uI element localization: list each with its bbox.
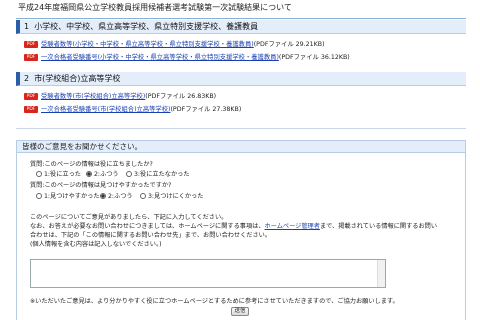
- scrollbar[interactable]: [377, 260, 385, 287]
- section-heading-text: 小学校、中学校、県立高等学校、県立特別支援学校、養護教員: [34, 22, 259, 31]
- pdf-link-row: PDF 一次合格者受験番号(市(学校組合)立高等学校)(PDFファイル 27.38…: [24, 105, 241, 115]
- feedback-intro: なお、お答えが必要なお問い合わせにつきましては、ホームページに関する事項は、ホー…: [30, 223, 438, 230]
- pdf-link[interactable]: 一次合格者受験番号(小学校・中学校・県立高等学校・県立特別支援学校・養護教員): [41, 54, 279, 61]
- question-2: 質問:このページの情報は見つけやすかったですか?: [30, 182, 172, 189]
- pdf-icon: PDF: [24, 41, 38, 48]
- pdf-link-row: PDF 一次合格者受験番号(小学校・中学校・県立高等学校・県立特別支援学校・養護教…: [24, 53, 350, 63]
- radio-button[interactable]: [36, 193, 42, 199]
- page: 平成24年度福岡県公立学校教員採用候補者選考試験第一次試験結果について 1 小学…: [0, 0, 480, 320]
- pdf-link[interactable]: 受験者数等(小学校・中学校・県立高等学校・県立特別支援学校・養護教員): [41, 41, 254, 48]
- file-size: (PDFファイル 29.21KB): [253, 41, 325, 48]
- section-heading-2: 2 市(学校組合)立高等学校: [16, 72, 466, 86]
- radio-button[interactable]: [100, 193, 106, 199]
- question-1: 質問:このページの情報は役に立ちましたか?: [30, 161, 153, 168]
- pdf-link-row: PDF 受験者数等(市(学校組合)立高等学校)(PDFファイル 26.83KB): [24, 92, 216, 102]
- radio-q2-option-3[interactable]: 3:見つけにくかった: [140, 192, 203, 201]
- radio-button[interactable]: [86, 171, 92, 177]
- file-size: (PDFファイル 27.38KB): [170, 106, 242, 113]
- radio-q2-option-1[interactable]: 1:見つけやすかった: [36, 192, 100, 201]
- radio-button[interactable]: [36, 171, 42, 177]
- radio-q1-option-3[interactable]: 3:役に立たなかった: [126, 170, 190, 179]
- radio-q1-option-2[interactable]: 2:ふつう: [86, 170, 119, 179]
- divider: [16, 128, 466, 129]
- feedback-intro: 合わせは、下記の「この情報に関するお問い合わせ先」まで、お問い合わせください。: [30, 232, 272, 239]
- feedback-note: ※いただいたご意見は、より分かりやすく役に立つホームページとするために参考にさせ…: [30, 298, 399, 305]
- section-number: 1: [24, 22, 30, 31]
- pdf-icon: PDF: [24, 106, 38, 113]
- pdf-icon: PDF: [24, 54, 38, 61]
- feedback-intro: このページについてご意見がありましたら、下記に入力してください。: [30, 214, 228, 221]
- pdf-icon: PDF: [24, 93, 38, 100]
- radio-q1-option-1[interactable]: 1:役に立った: [36, 170, 81, 179]
- pdf-link[interactable]: 一次合格者受験番号(市(学校組合)立高等学校): [41, 106, 170, 113]
- radio-button[interactable]: [140, 193, 146, 199]
- submit-button[interactable]: 送信: [231, 307, 249, 316]
- feedback-textarea[interactable]: [30, 259, 386, 288]
- section-heading-1: 1 小学校、中学校、県立高等学校、県立特別支援学校、養護教員: [16, 20, 466, 34]
- file-size: (PDFファイル 26.83KB): [145, 93, 217, 100]
- pdf-link-row: PDF 受験者数等(小学校・中学校・県立高等学校・県立特別支援学校・養護教員)(P…: [24, 40, 325, 50]
- feedback-heading: 皆様のご意見をお聞かせください。: [16, 140, 466, 153]
- file-size: (PDFファイル 36.12KB): [278, 54, 350, 61]
- section-heading-text: 市(学校組合)立高等学校: [34, 74, 121, 83]
- radio-button[interactable]: [126, 171, 132, 177]
- section-number: 2: [24, 74, 30, 83]
- radio-q2-option-2[interactable]: 2:ふつう: [100, 192, 133, 201]
- page-title: 平成24年度福岡県公立学校教員採用候補者選考試験第一次試験結果について: [16, 0, 466, 19]
- feedback-privacy-note: (個人情報を含む内容は記入しないでください。): [30, 241, 162, 248]
- admin-link[interactable]: ホームページ管理者: [265, 223, 320, 230]
- pdf-link[interactable]: 受験者数等(市(学校組合)立高等学校): [41, 93, 145, 100]
